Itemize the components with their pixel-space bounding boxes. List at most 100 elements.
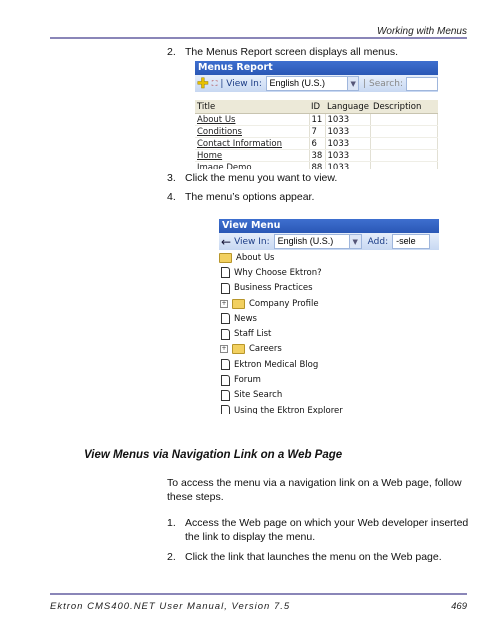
table-row[interactable]: Image Demo 88 1033: [195, 161, 438, 170]
step-number: 3.: [167, 172, 176, 184]
intro-paragraph: To access the menu via a navigation link…: [167, 477, 462, 503]
menu-item-staff-list[interactable]: Staff List: [219, 326, 439, 341]
menu-item-ektron-medical-blog[interactable]: Ektron Medical Blog: [219, 357, 439, 372]
id-cell: 88: [309, 161, 326, 169]
add-label: Add:: [367, 236, 389, 247]
description-cell: [370, 137, 438, 150]
page-icon: [221, 328, 230, 340]
step-4: 4. The menu’s options appear.: [167, 191, 314, 203]
id-cell: 11: [309, 113, 326, 126]
language-cell: 1033: [325, 137, 372, 150]
view-in-label: View In:: [234, 236, 270, 247]
menu-item-label: Why Choose Ektron?: [234, 267, 322, 278]
menu-item-label: Forum: [234, 375, 261, 386]
menu-item-business-practices[interactable]: Business Practices: [219, 281, 439, 296]
section-body: To access the menu via a navigation link…: [167, 476, 477, 564]
add-menu-icon[interactable]: ✚: [197, 76, 209, 91]
column-header-title[interactable]: Title: [195, 100, 309, 114]
language-cell: 1033: [325, 149, 372, 162]
folder-icon: [219, 252, 232, 263]
page-icon: [221, 405, 230, 414]
language-cell: 1033: [325, 113, 372, 126]
footer-manual-title: Ektron CMS400.NET User Manual, Version 7…: [50, 601, 291, 612]
step-number: 2.: [167, 551, 176, 563]
id-cell: 38: [309, 149, 326, 162]
menu-item-label: Using the Ektron Explorer: [234, 405, 343, 414]
step-text: Access the Web page on which your Web de…: [185, 517, 469, 543]
step-text: Click the menu you want to view.: [185, 172, 338, 184]
page-icon: [221, 267, 230, 279]
page-icon: [221, 389, 230, 401]
menu-link[interactable]: Contact Information: [197, 139, 282, 149]
table-row[interactable]: Home 38 1033: [195, 149, 438, 162]
back-arrow-icon[interactable]: ←: [221, 235, 231, 249]
menu-link[interactable]: Image Demo: [197, 163, 252, 170]
menu-item-using-ektron-explorer[interactable]: Using the Ektron Explorer: [219, 403, 439, 414]
description-cell: [370, 161, 438, 169]
menus-report-toolbar: ✚ ⛶ | View In: English (U.S.) ▼ | Search:: [195, 75, 438, 92]
expand-icon[interactable]: +: [220, 345, 228, 354]
footer-rule: [50, 593, 467, 595]
menu-item-label: News: [234, 313, 257, 324]
menus-table: Title ID Language Description About Us 1…: [195, 100, 438, 169]
menu-link[interactable]: About Us: [197, 115, 235, 125]
step-number: 1.: [167, 517, 176, 529]
view-menu-title: View Menu: [219, 219, 439, 233]
id-cell: 6: [309, 137, 326, 150]
view-menu-screenshot: View Menu ← View In: English (U.S.) ▼ Add…: [219, 219, 439, 414]
page-icon: [221, 282, 230, 294]
menu-link[interactable]: Conditions: [197, 127, 242, 137]
column-header-description[interactable]: Description: [370, 100, 438, 114]
column-header-id[interactable]: ID: [309, 100, 325, 114]
column-header-language[interactable]: Language: [325, 100, 371, 114]
view-in-label: | View In:: [220, 78, 262, 89]
menus-report-title: Menus Report: [195, 61, 438, 75]
page-icon: [221, 359, 230, 371]
search-input[interactable]: [406, 76, 438, 91]
menu-item-about-us[interactable]: About Us: [219, 250, 439, 265]
menu-item-label: Business Practices: [234, 283, 313, 294]
menu-item-company-profile[interactable]: + Company Profile: [219, 296, 439, 311]
menu-item-careers[interactable]: + Careers: [219, 342, 439, 357]
chevron-down-icon[interactable]: ▼: [349, 234, 362, 249]
add-select[interactable]: -sele: [392, 234, 431, 249]
step-3: 3. Click the menu you want to view.: [167, 172, 337, 184]
description-cell: [370, 113, 438, 126]
table-row[interactable]: Contact Information 6 1033: [195, 137, 438, 150]
expand-icon[interactable]: +: [220, 299, 228, 308]
page-icon: [221, 313, 230, 325]
menu-item-label: Staff List: [234, 329, 272, 340]
menu-item-label: Company Profile: [249, 298, 319, 309]
description-cell: [370, 149, 438, 162]
menu-item-label: Ektron Medical Blog: [234, 359, 319, 370]
language-select[interactable]: English (U.S.): [265, 76, 349, 91]
step-2: 2. The Menus Report screen displays all m…: [167, 46, 398, 58]
menus-report-screenshot: Menus Report ✚ ⛶ | View In: English (U.S…: [195, 61, 438, 169]
view-tree-icon[interactable]: ⛶: [212, 79, 218, 89]
menu-item-site-search[interactable]: Site Search: [219, 388, 439, 403]
page-icon: [221, 374, 230, 386]
table-row[interactable]: About Us 11 1033: [195, 113, 438, 126]
section-step-1: 1. Access the Web page on which your Web…: [167, 516, 477, 544]
section-heading: View Menus via Navigation Link on a Web …: [84, 449, 343, 461]
section-step-2: 2. Click the link that launches the menu…: [167, 550, 477, 564]
language-cell: 1033: [325, 161, 372, 169]
table-row[interactable]: Conditions 7 1033: [195, 125, 438, 138]
step-text: Click the link that launches the menu on…: [185, 551, 442, 563]
folder-icon: [232, 298, 245, 309]
menu-item-news[interactable]: News: [219, 311, 439, 326]
step-number: 4.: [167, 191, 176, 203]
menu-tree: About Us Why Choose Ektron? Business Pra…: [219, 250, 439, 414]
menu-item-label: Site Search: [234, 390, 283, 401]
menu-link[interactable]: Home: [197, 151, 222, 161]
menu-item-why-choose-ektron[interactable]: Why Choose Ektron?: [219, 265, 439, 280]
step-text: The Menus Report screen displays all men…: [185, 46, 399, 58]
running-header: Working with Menus: [376, 26, 467, 37]
menu-item-forum[interactable]: Forum: [219, 372, 439, 387]
step-text: The menu’s options appear.: [185, 191, 315, 203]
language-cell: 1033: [325, 125, 372, 138]
menu-item-label: Careers: [249, 344, 282, 355]
chevron-down-icon[interactable]: ▼: [348, 76, 360, 91]
view-menu-toolbar: ← View In: English (U.S.) ▼ Add: -sele: [219, 233, 439, 250]
language-select[interactable]: English (U.S.): [273, 234, 350, 249]
